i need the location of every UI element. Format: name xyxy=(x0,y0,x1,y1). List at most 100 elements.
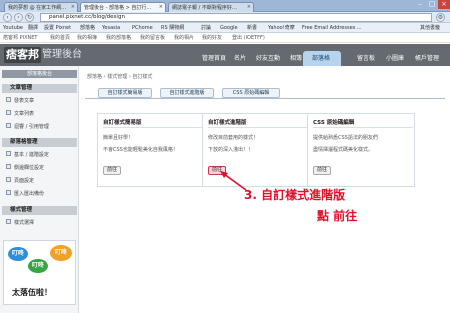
sidebar-item-backup[interactable]: 匯入匯出備份 xyxy=(14,190,44,197)
wrench-icon[interactable]: ⚙ xyxy=(436,13,445,22)
close-icon[interactable]: × xyxy=(247,4,251,10)
browser-tab-2[interactable]: 管理後台 - 部落格 > 自訂行… × xyxy=(80,2,166,12)
post-icon xyxy=(6,97,11,102)
card-text: 不會CSS也能輕鬆美化自我風格！ xyxy=(103,147,178,153)
pixnet-logo[interactable]: 痞客邦 xyxy=(4,47,41,63)
card-simple-style: 自訂樣式簡易版 簡單且好學！ 不會CSS也能輕鬆美化自我風格！ 前往 xyxy=(97,113,205,187)
pixnet-topbar: 痞客邦 PIXNET 我的首頁 我的相簿 我的部落格 我的留言板 我的相片 我的… xyxy=(0,33,450,43)
admin-header: 痞客邦 管理後台 管理首頁 名片 好友互動 相簿 部落格 留言板 小圖庫 帳戶管… xyxy=(0,44,450,66)
sidebar-ad[interactable]: 叮咚 叮咚 叮咚 太落伍啦！ xyxy=(3,240,76,305)
backup-icon xyxy=(6,190,11,195)
close-icon[interactable]: × xyxy=(71,4,75,10)
sidebar-item-new-post[interactable]: 發表文章 xyxy=(14,97,34,104)
logout-link[interactable]: 登出 (IOETFF) xyxy=(232,33,265,43)
bookmark-item[interactable]: Youtube xyxy=(3,23,23,32)
sidebar-title: 部落格後台 xyxy=(2,70,77,78)
minimize-icon[interactable]: – xyxy=(414,0,426,9)
breadcrumb-current: 自訂樣式 xyxy=(132,74,153,80)
topbar-link[interactable]: 我的相片 xyxy=(174,33,194,43)
reload-icon[interactable]: ↻ xyxy=(25,13,34,22)
ad-bubble: 叮咚 xyxy=(8,247,28,261)
bookmark-item[interactable]: 設置 Pixnet xyxy=(44,23,71,32)
topbar-link[interactable]: 我的留言板 xyxy=(140,33,165,43)
bookmark-item[interactable]: RS 購物網 xyxy=(161,23,184,32)
breadcrumb-item[interactable]: 部落格 xyxy=(87,74,102,80)
list-icon xyxy=(6,110,11,115)
topbar-link[interactable]: 我的好友 xyxy=(202,33,222,43)
browser-tab-bar: 我的夢想 @ 在家工作網… × 管理後台 - 部落格 > 自訂行… × 網誌電子… xyxy=(0,0,450,12)
nav-album[interactable]: 相簿 xyxy=(290,53,302,62)
window-close-icon[interactable]: × xyxy=(438,0,450,9)
sidebar-item-theme[interactable]: 樣式選擇 xyxy=(14,219,34,226)
browser-tab-1[interactable]: 我的夢想 @ 在家工作網… × xyxy=(4,2,78,12)
tab-label: 網誌電子報 / 不斷對程序好… xyxy=(172,5,237,11)
tab-label: 管理後台 - 部落格 > 自訂行… xyxy=(84,5,152,11)
bookmark-item[interactable]: PChome xyxy=(132,23,153,32)
sidebar: 部落格後台 文章管理 發表文章 文章列表 迴響 / 引用管理 部落格管理 基本 … xyxy=(0,66,79,313)
sidebar-item-sidebar-settings[interactable]: 側邊欄位設定 xyxy=(14,164,44,171)
go-button[interactable]: 前往 xyxy=(103,166,121,175)
back-icon[interactable]: ‹ xyxy=(3,13,12,22)
topbar-link[interactable]: 我的首頁 xyxy=(50,33,70,43)
bookmark-item[interactable]: Yesasia xyxy=(102,23,120,32)
topbar-link[interactable]: 我的相簿 xyxy=(77,33,97,43)
url-text: panel.pixnet.cc/blog/design xyxy=(49,14,125,20)
bookmark-item[interactable]: 新書 xyxy=(247,23,257,32)
card-divider xyxy=(208,127,308,128)
url-input[interactable]: panel.pixnet.cc/blog/design xyxy=(40,13,432,22)
bookmarks-bar: Youtube 翻譯 設置 Pixnet 部落格 Yesasia PChome … xyxy=(0,23,450,33)
sidebar-section-articles[interactable]: 文章管理 xyxy=(2,84,77,93)
breadcrumb-item[interactable]: 樣式管理 xyxy=(107,74,127,80)
sidebar-section-styles[interactable]: 樣式管理 xyxy=(2,206,77,215)
browser-tab-3[interactable]: 網誌電子報 / 不斷對程序好… × xyxy=(168,2,254,12)
sidebar-item-settings[interactable]: 基本 / 進階設定 xyxy=(14,151,49,158)
forward-icon[interactable]: › xyxy=(14,13,23,22)
maximize-icon[interactable]: □ xyxy=(426,0,438,9)
close-icon[interactable]: × xyxy=(159,4,163,10)
sidebar-item-post-list[interactable]: 文章列表 xyxy=(14,110,34,117)
bookmark-item[interactable]: Google xyxy=(220,23,238,32)
go-button[interactable]: 前往 xyxy=(313,166,331,175)
nav-account[interactable]: 帳戶管理 xyxy=(415,53,439,62)
admin-title: 管理後台 xyxy=(42,49,82,60)
tab-simple-style[interactable]: 自訂樣式簡易版 xyxy=(98,88,152,98)
annotation-step: 3. 自訂樣式進階版 xyxy=(244,188,346,202)
comment-icon xyxy=(6,123,11,128)
card-title: CSS 原始碼編輯 xyxy=(313,120,355,126)
nav-blog[interactable]: 部落格 xyxy=(312,53,330,62)
bookmark-item[interactable]: 部落格 xyxy=(80,23,95,32)
breadcrumb: 部落格 › 樣式管理 › 自訂樣式 xyxy=(87,73,152,80)
nav-clipart[interactable]: 小圖庫 xyxy=(386,53,404,62)
bookmark-item[interactable]: 討論 xyxy=(201,23,211,32)
card-title: 自訂樣式簡易版 xyxy=(103,120,142,126)
card-text: 簡單且好學！ xyxy=(103,135,134,141)
bookmark-item[interactable]: Yahoo!奇摩 xyxy=(268,23,295,32)
topbar-link[interactable]: 痞客邦 PIXNET xyxy=(3,33,37,43)
nav-guestbook[interactable]: 留言板 xyxy=(357,53,375,62)
card-text: 下放的深入淺出！！ xyxy=(208,147,254,153)
nav-friends[interactable]: 好友互動 xyxy=(256,53,280,62)
nav-dashboard[interactable]: 管理首頁 xyxy=(202,53,226,62)
card-title: 自訂樣式進階版 xyxy=(208,120,247,126)
tab-advanced-style[interactable]: 自訂樣式進階版 xyxy=(160,88,214,98)
settings-icon xyxy=(6,151,11,156)
card-divider xyxy=(313,127,413,128)
bookmark-other[interactable]: 其他書籤 xyxy=(420,23,440,32)
topbar-link[interactable]: 我的部落格 xyxy=(106,33,131,43)
ad-bubble: 叮咚 xyxy=(50,245,72,261)
address-bar-row: ‹ › ↻ panel.pixnet.cc/blog/design ⚙ xyxy=(0,12,450,23)
card-css-editor: CSS 原始碼編輯 提供給熟悉CSS語法的朋友們 盡情揮灑程式碼美化樣式。 前往 xyxy=(307,113,415,187)
ad-text: 太落伍啦！ xyxy=(12,288,52,297)
tab-divider xyxy=(85,98,445,99)
card-text: 提供給熟悉CSS語法的朋友們 xyxy=(313,135,378,141)
sidebar-config-icon xyxy=(6,164,11,169)
ad-bubble: 叮咚 xyxy=(28,259,48,273)
sidebar-item-comments[interactable]: 迴響 / 引用管理 xyxy=(14,123,49,130)
sidebar-item-pages[interactable]: 頁面設定 xyxy=(14,177,34,184)
nav-profile[interactable]: 名片 xyxy=(234,53,246,62)
sidebar-section-blog[interactable]: 部落格管理 xyxy=(2,138,77,147)
card-text: 修改目前套用的樣式！ xyxy=(208,135,259,141)
tab-css-editor[interactable]: CSS 原始碼編輯 xyxy=(222,88,280,98)
bookmark-item[interactable]: Free Email Addresses ... xyxy=(302,23,362,32)
bookmark-item[interactable]: 翻譯 xyxy=(28,23,38,32)
